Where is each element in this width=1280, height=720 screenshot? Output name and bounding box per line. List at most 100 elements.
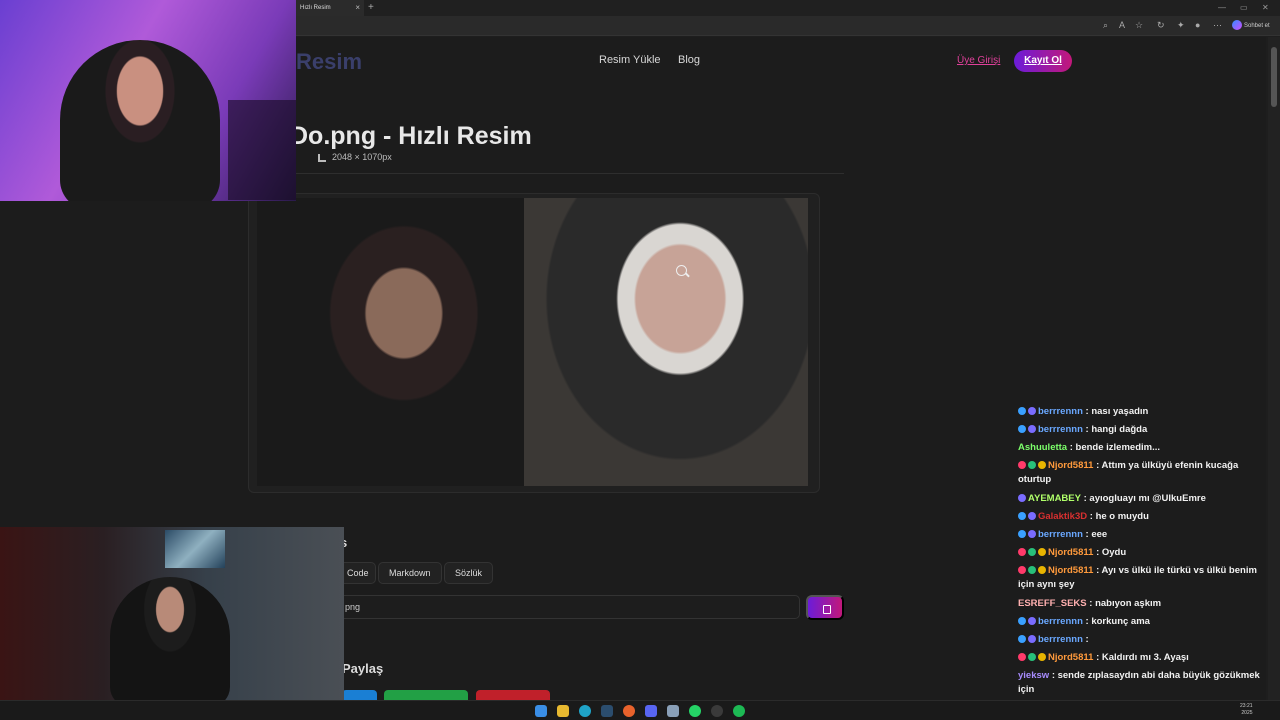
chat-username[interactable]: berrrennn: [1038, 529, 1083, 540]
read-aloud-icon[interactable]: A: [1119, 20, 1125, 30]
copy-icon: [823, 605, 831, 614]
taskbar-clock[interactable]: 23:21 2025: [1240, 703, 1253, 717]
chat-message: ESREFF_SEKS : nabıyon aşkım: [1018, 597, 1266, 611]
register-button[interactable]: Kayıt Ol: [1014, 50, 1072, 72]
login-link[interactable]: Üye Girişi: [957, 55, 1000, 66]
chat-username[interactable]: yieksw: [1018, 670, 1049, 681]
share-section-title: Paylaş: [342, 661, 384, 676]
chat-text: : Oydu: [1096, 547, 1127, 558]
site-logo[interactable]: Resim: [296, 49, 362, 75]
profile-icon[interactable]: ●: [1195, 20, 1200, 30]
clock-date: 2025: [1241, 710, 1253, 716]
copilot-button[interactable]: Sohbet et: [1232, 19, 1270, 33]
copilot-icon: [1232, 20, 1242, 31]
preview-image-right[interactable]: [524, 198, 808, 486]
stream-chat: berrrennn : nası yaşadın berrrennn : hang…: [1014, 405, 1268, 715]
chat-username[interactable]: Ashuuletta: [1018, 442, 1067, 453]
page-title: Do.png - Hızlı Resim: [290, 122, 532, 150]
network-icon[interactable]: [667, 705, 679, 717]
tab-title: Hızlı Resim: [300, 5, 331, 11]
chat-badge-icon: [1028, 617, 1036, 625]
tab-sozluk[interactable]: Sözlük: [444, 562, 494, 584]
minimize-icon[interactable]: —: [1218, 0, 1226, 16]
chat-text: : he o muydu: [1089, 511, 1149, 522]
menu-icon[interactable]: ⋯: [1213, 20, 1222, 31]
chat-username[interactable]: Galaktik3D: [1038, 511, 1087, 522]
firefox-icon[interactable]: [623, 705, 635, 717]
embed-code-field[interactable]: png: [338, 595, 800, 619]
chat-text: : nabıyon aşkım: [1089, 598, 1162, 609]
whatsapp-icon[interactable]: [689, 705, 701, 717]
streamer-room-image: [110, 577, 230, 700]
chat-username[interactable]: Njord5811: [1048, 460, 1093, 471]
spotify-icon[interactable]: [733, 705, 745, 717]
chat-username[interactable]: berrrennn: [1038, 634, 1083, 645]
chat-username[interactable]: AYEMABEY: [1028, 493, 1081, 504]
chat-username[interactable]: ESREFF_SEKS: [1018, 598, 1087, 609]
screen: Hızlı Resim × + — ▭ ✕ ⌕ A ☆ ↻ ✦ ● ⋯ Sohb…: [0, 0, 1280, 720]
chat-badge-icon: [1028, 461, 1036, 469]
nav-blog[interactable]: Blog: [678, 54, 700, 66]
chat-message: berrrennn :: [1018, 633, 1266, 647]
chat-badge-icon: [1038, 653, 1046, 661]
browser-tab[interactable]: Hızlı Resim ×: [296, 0, 364, 16]
preview-image-left[interactable]: [257, 198, 524, 486]
file-explorer-icon[interactable]: [557, 705, 569, 717]
steam-icon[interactable]: [601, 705, 613, 717]
chat-text: : nası yaşadın: [1085, 406, 1149, 417]
copy-button[interactable]: [806, 595, 844, 620]
chat-badge-icon: [1028, 425, 1036, 433]
chat-text: : sende zıplasaydın abi daha büyük gözük…: [1018, 670, 1260, 695]
refresh-icon[interactable]: ↻: [1157, 20, 1165, 31]
chat-text: :: [1085, 634, 1089, 645]
chat-badge-icon: [1018, 461, 1026, 469]
chat-badge-icon: [1038, 548, 1046, 556]
favorite-icon[interactable]: ☆: [1135, 20, 1143, 31]
scroll-thumb[interactable]: [1271, 47, 1277, 107]
chat-message: Njord5811 : Attım ya ülküyü efenin kucağ…: [1018, 459, 1266, 487]
discord-icon[interactable]: [645, 705, 657, 717]
share-button-pinterest[interactable]: [476, 690, 550, 700]
chat-username[interactable]: Njord5811: [1048, 652, 1093, 663]
share-button-whatsapp[interactable]: [384, 690, 468, 700]
edge-icon[interactable]: [579, 705, 591, 717]
chat-message: berrrennn : nası yaşadın: [1018, 405, 1266, 419]
obs-icon[interactable]: [711, 705, 723, 717]
chat-text: : eee: [1085, 529, 1108, 540]
copilot-label: Sohbet et: [1244, 23, 1270, 29]
windows-icon[interactable]: [535, 705, 547, 717]
chat-badge-icon: [1028, 653, 1036, 661]
chat-text: : Kaldırdı mı 3. Ayaşı: [1096, 652, 1189, 663]
streamer-webcam-image: [60, 40, 220, 201]
new-tab-icon[interactable]: +: [368, 0, 374, 16]
chat-message: Njord5811 : Ayı vs ülkü ile türkü vs ülk…: [1018, 564, 1266, 592]
chat-badge-icon: [1028, 512, 1036, 520]
chat-badge-icon: [1018, 512, 1026, 520]
chat-message: Galaktik3D : he o muydu: [1018, 510, 1266, 524]
chat-badge-icon: [1028, 548, 1036, 556]
chat-badge-icon: [1028, 530, 1036, 538]
clock-time: 23:21: [1240, 703, 1253, 709]
chat-username[interactable]: Njord5811: [1048, 547, 1093, 558]
page-scrollbar[interactable]: [1268, 37, 1280, 700]
chat-username[interactable]: berrrennn: [1038, 424, 1083, 435]
windows-taskbar: 23:21 2025: [0, 700, 1280, 720]
maximize-icon[interactable]: ▭: [1240, 0, 1248, 16]
nav-upload[interactable]: Resim Yükle: [599, 54, 661, 66]
chat-text: : ayıogluayı mı @UlkuEmre: [1083, 493, 1206, 504]
zoom-icon[interactable]: ⌕: [1103, 20, 1108, 31]
chat-username[interactable]: berrrennn: [1038, 406, 1083, 417]
chat-username[interactable]: berrrennn: [1038, 616, 1083, 627]
tab-markdown[interactable]: Markdown: [378, 562, 442, 584]
tab-close-icon[interactable]: ×: [355, 0, 360, 16]
chat-text: : bende izlemedim...: [1069, 442, 1161, 453]
chat-badge-icon: [1018, 425, 1026, 433]
zoom-cursor-icon: [676, 265, 687, 276]
share-button-facebook[interactable]: [342, 690, 377, 700]
chat-badge-icon: [1018, 548, 1026, 556]
close-window-icon[interactable]: ✕: [1262, 0, 1269, 16]
extensions-icon[interactable]: ✦: [1177, 20, 1185, 31]
dimensions-icon: [318, 153, 326, 162]
webcam-bottom-overlay: [0, 527, 344, 700]
chat-username[interactable]: Njord5811: [1048, 565, 1093, 576]
